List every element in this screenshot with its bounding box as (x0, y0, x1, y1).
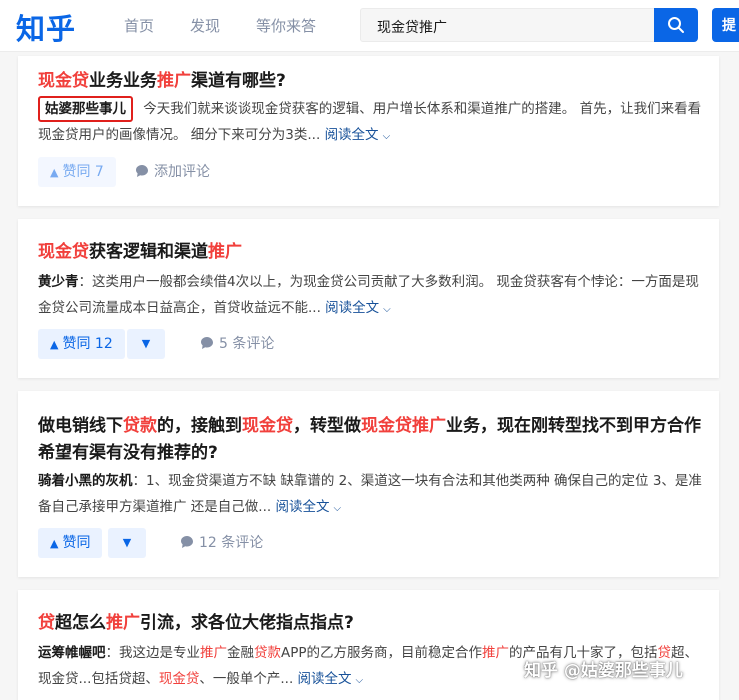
nav-home[interactable]: 首页 (124, 15, 154, 36)
read-more-label: 阅读全文 (324, 127, 379, 143)
result-title[interactable]: 现金贷获客逻辑和渠道推广 (38, 239, 704, 266)
search-result-card: 现金贷获客逻辑和渠道推广 黄少青：这类用户一般都会续借4次以上，为现金贷公司贡献… (18, 219, 719, 378)
downvote-button[interactable]: ▼ (108, 528, 146, 558)
title-highlight: 推广 (208, 242, 242, 262)
downvote-button[interactable]: ▼ (127, 329, 165, 359)
search-result-card: 现金贷业务业务推广渠道有哪些? 姑婆那些事儿 今天我们就来谈谈现金贷获客的逻辑、… (18, 56, 719, 206)
result-title[interactable]: 贷超怎么推广引流，求各位大佬指点指点? (38, 610, 704, 637)
title-text: 的，接触到 (157, 416, 242, 436)
excerpt-text: 金融 (227, 645, 254, 661)
excerpt-highlight: 推广 (200, 645, 227, 661)
result-excerpt[interactable]: 黄少青：这类用户一般都会续借4次以上，为现金贷公司贡献了大多数利润。 现金贷获客… (38, 269, 706, 323)
title-text: 获客逻辑和渠道 (89, 242, 208, 262)
chevron-down-icon: ⌵ (382, 131, 391, 142)
upvote-button[interactable]: ▲ 赞同 12 (38, 329, 125, 359)
read-more-label: 阅读全文 (325, 300, 380, 316)
title-highlight: 推广 (157, 71, 191, 91)
downvote-icon: ▼ (122, 536, 132, 549)
title-text: 超怎么 (55, 613, 106, 633)
top-header: 知乎 首页 发现 等你来答 现金贷推广 提 (0, 0, 739, 52)
read-more-label: 阅读全文 (297, 671, 352, 687)
title-highlight: 现金贷 (38, 242, 89, 262)
title-highlight: 贷 (38, 613, 55, 633)
result-excerpt[interactable]: 骑着小黑的灰机：1、现金贷渠道方不缺 缺靠谱的 2、渠道这一块有合法和其他类两种… (38, 468, 706, 522)
upvote-icon: ▲ (50, 338, 59, 351)
excerpt-highlight: 推广 (482, 645, 510, 661)
excerpt-text: APP的乙方服务商，目前稳定合作 (281, 645, 483, 661)
title-text: 引流，求各位大佬指点指点? (140, 613, 354, 633)
search-icon (668, 17, 684, 33)
watermark: 知乎 @姑婆那些事儿 (524, 661, 683, 681)
comment-icon (181, 536, 193, 548)
search-result-card: 贷超怎么推广引流，求各位大佬指点指点? 运筹帷幄吧：我这边是专业推广金融贷款AP… (18, 590, 719, 700)
excerpt-text: 、一般单个产... (199, 671, 294, 687)
author-name[interactable]: 运筹帷幄吧 (38, 645, 106, 661)
author-name[interactable]: 骑着小黑的灰机 (38, 473, 133, 489)
excerpt-highlight: 现金贷 (158, 671, 200, 687)
read-more-link[interactable]: 阅读全文 ⌵ (298, 671, 364, 687)
title-highlight: 贷款 (123, 416, 157, 436)
comment-button[interactable]: 12 条评论 (180, 528, 263, 558)
author-name[interactable]: 黄少青 (38, 274, 79, 290)
title-text: 做电销线下 (38, 416, 123, 436)
upvote-label: 赞同 7 (62, 164, 104, 180)
chevron-down-icon: ⌵ (383, 304, 391, 315)
upvote-label: 赞同 12 (62, 336, 113, 352)
excerpt-text: 我这边是专业 (119, 645, 200, 661)
chevron-down-icon: ⌵ (333, 503, 342, 514)
comment-label: 添加评论 (154, 164, 210, 180)
downvote-icon: ▼ (141, 337, 151, 350)
read-more-link[interactable]: 阅读全文 ⌵ (275, 499, 341, 515)
comment-button[interactable]: 添加评论 (135, 157, 210, 187)
search-result-card: 做电销线下贷款的，接触到现金贷，转型做现金贷推广业务，现在刚转型找不到甲方合作希… (18, 391, 719, 577)
title-highlight: 现金贷 (38, 71, 89, 91)
result-title[interactable]: 做电销线下贷款的，接触到现金贷，转型做现金贷推广业务，现在刚转型找不到甲方合作希… (38, 413, 704, 467)
search-input[interactable]: 现金贷推广 (360, 8, 656, 42)
read-more-link[interactable]: 阅读全文 ⌵ (325, 127, 391, 143)
nav-waiting-answers[interactable]: 等你来答 (256, 15, 316, 36)
author-colon: ： (105, 645, 120, 661)
excerpt-highlight: 贷款 (254, 645, 281, 661)
read-more-link[interactable]: 阅读全文 ⌵ (325, 300, 391, 316)
author-name[interactable]: 姑婆那些事儿 (38, 96, 133, 122)
comment-icon (136, 165, 148, 177)
read-more-label: 阅读全文 (275, 499, 330, 515)
upvote-button[interactable]: ▲ 赞同 (38, 528, 103, 558)
title-highlight: 推广 (106, 613, 140, 633)
result-excerpt[interactable]: 姑婆那些事儿 今天我们就来谈谈现金贷获客的逻辑、用户增长体系和渠道推广的搭建。 … (38, 96, 706, 150)
title-highlight: 现金贷 (242, 416, 293, 436)
comment-button[interactable]: 5 条评论 (200, 329, 274, 359)
title-highlight: 现金贷推广 (361, 416, 446, 436)
zhihu-logo[interactable]: 知乎 (16, 6, 76, 48)
comment-label: 5 条评论 (219, 336, 275, 352)
upvote-button[interactable]: ▲ 赞同 7 (38, 157, 116, 187)
title-text: ，转型做 (293, 416, 361, 436)
comment-label: 12 条评论 (199, 535, 264, 551)
upvote-icon: ▲ (50, 166, 59, 179)
upvote-icon: ▲ (50, 537, 59, 550)
comment-icon (201, 337, 213, 349)
title-text: 渠道有哪些? (191, 71, 286, 91)
author-colon: ： (78, 274, 93, 290)
upvote-label: 赞同 (62, 535, 91, 551)
result-title[interactable]: 现金贷业务业务推广渠道有哪些? (38, 68, 704, 95)
nav-discover[interactable]: 发现 (190, 15, 220, 36)
author-colon: ： (132, 473, 147, 489)
search-button[interactable] (654, 8, 698, 42)
ask-button[interactable]: 提 (712, 8, 739, 42)
title-text: 业务业务 (89, 71, 157, 91)
chevron-down-icon: ⌵ (355, 675, 364, 686)
